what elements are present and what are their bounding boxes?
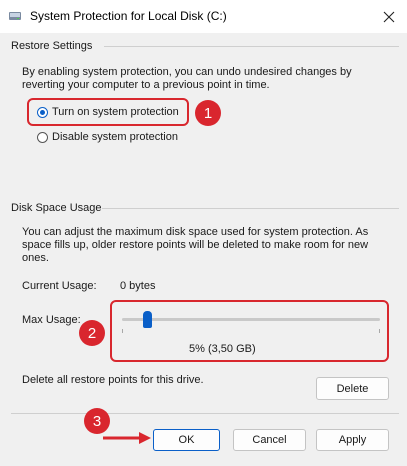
ok-button[interactable]: OK	[153, 429, 220, 451]
restore-description-line: reverting your computer to a previous po…	[22, 79, 270, 91]
disk-space-description: You can adjust the maximum disk space us…	[22, 226, 404, 265]
restore-description-line: By enabling system protection, you can u…	[22, 66, 352, 78]
group-divider	[102, 208, 399, 209]
disk-space-description-line: You can adjust the maximum disk space us…	[22, 226, 369, 238]
radio-label: Turn on system protection	[52, 106, 179, 118]
radio-checked-icon[interactable]	[37, 106, 48, 118]
max-usage-slider[interactable]	[122, 310, 380, 334]
close-icon	[383, 11, 395, 22]
slider-tick	[379, 329, 380, 333]
slider-track	[122, 318, 380, 321]
footer-divider	[11, 413, 399, 414]
window-title: System Protection for Local Disk (C:)	[30, 9, 227, 23]
close-button[interactable]	[371, 0, 407, 33]
disk-space-description-line: space fills up, older restore points wil…	[22, 239, 369, 251]
max-usage-value: 5% (3,50 GB)	[189, 343, 256, 355]
restore-description: By enabling system protection, you can u…	[22, 66, 402, 92]
delete-description: Delete all restore points for this drive…	[22, 374, 204, 386]
disk-space-heading: Disk Space Usage	[11, 202, 102, 214]
radio-label: Disable system protection	[52, 131, 178, 143]
current-usage-value: 0 bytes	[120, 280, 156, 292]
disk-space-description-line: ones.	[22, 252, 49, 264]
apply-button[interactable]: Apply	[316, 429, 389, 451]
radio-turn-on-protection[interactable]: Turn on system protection	[37, 106, 179, 118]
delete-button[interactable]: Delete	[316, 377, 389, 400]
annotation-arrow-icon	[103, 432, 151, 444]
group-divider	[104, 46, 399, 47]
disk-drive-icon	[8, 9, 22, 23]
max-usage-label: Max Usage:	[22, 314, 81, 326]
radio-unchecked-icon[interactable]	[37, 131, 48, 143]
annotation-badge-2: 2	[79, 320, 105, 346]
current-usage-label: Current Usage:	[22, 280, 97, 292]
annotation-badge-1: 1	[195, 100, 221, 126]
radio-disable-protection[interactable]: Disable system protection	[37, 131, 178, 143]
slider-thumb[interactable]	[143, 311, 152, 328]
restore-settings-heading: Restore Settings	[11, 40, 93, 52]
cancel-button[interactable]: Cancel	[233, 429, 306, 451]
slider-tick	[122, 329, 123, 333]
